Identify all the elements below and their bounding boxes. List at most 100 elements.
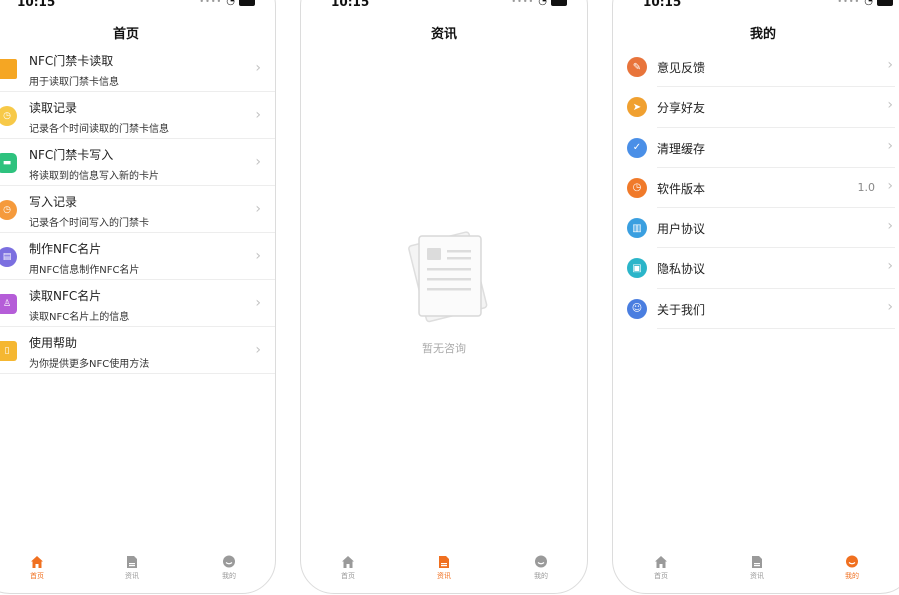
page-title: 资讯 bbox=[430, 27, 457, 42]
book-icon: ▥ bbox=[627, 218, 647, 239]
item-label: 清理缓存 bbox=[657, 141, 706, 156]
chevron-right-icon: › bbox=[887, 57, 893, 73]
item-title: NFC门禁卡读取 bbox=[29, 54, 114, 68]
empty-document-icon bbox=[408, 231, 488, 323]
document-icon bbox=[127, 556, 137, 568]
chevron-right-icon: › bbox=[887, 137, 893, 154]
tab-bar: 首页 资讯 我的 bbox=[0, 555, 275, 585]
tab-home[interactable]: 首页 bbox=[17, 555, 57, 581]
settings-list: ✎ 意见反馈 › ➤ 分享好友 › ✓ 清理缓存 › ◷ 软件版本 1.0 › … bbox=[613, 47, 899, 330]
card-write-icon: ▬ bbox=[0, 153, 17, 173]
chat-icon bbox=[846, 555, 858, 568]
wifi-icon: ◔ bbox=[226, 0, 235, 7]
tab-label: 资讯 bbox=[750, 572, 764, 580]
item-title: 写入记录 bbox=[29, 195, 78, 209]
home-screen: 10:15 •••• ◔ 首页 NFC门禁卡读取 用于读取门禁卡信息 › ◷ 读… bbox=[0, 0, 276, 594]
signal-icon: •••• bbox=[199, 0, 223, 6]
battery-icon bbox=[877, 0, 893, 6]
list-item-feedback[interactable]: ✎ 意见反馈 › bbox=[613, 47, 899, 88]
chat-icon bbox=[223, 555, 235, 568]
wifi-icon: ◔ bbox=[864, 0, 873, 7]
tab-label: 我的 bbox=[222, 572, 236, 580]
chevron-right-icon: › bbox=[255, 342, 261, 358]
item-title: 使用帮助 bbox=[29, 336, 78, 350]
list-item-about[interactable]: ☺ 关于我们 › bbox=[613, 289, 899, 330]
status-time: 10:15 bbox=[643, 0, 682, 9]
item-desc: 为你提供更多NFC使用方法 bbox=[29, 359, 150, 370]
list-item-nfc-write[interactable]: ▬ NFC门禁卡写入 将读取到的信息写入新的卡片 › bbox=[0, 139, 275, 186]
item-title: 制作NFC名片 bbox=[29, 242, 102, 256]
item-desc: 将读取到的信息写入新的卡片 bbox=[29, 171, 159, 182]
page-title: 首页 bbox=[112, 27, 139, 42]
list-item-user-agreement[interactable]: ▥ 用户协议 › bbox=[613, 208, 899, 249]
status-bar: 10:15 •••• ◔ bbox=[0, 0, 275, 9]
item-label: 软件版本 bbox=[657, 181, 706, 196]
chevron-right-icon: › bbox=[255, 60, 261, 76]
tab-news[interactable]: 资讯 bbox=[424, 555, 464, 581]
me-screen: 10:15 •••• ◔ 我的 ✎ 意见反馈 › ➤ 分享好友 › ✓ 清理缓存… bbox=[612, 0, 899, 594]
list-item-share[interactable]: ➤ 分享好友 › bbox=[613, 87, 899, 128]
list-item-privacy[interactable]: ▣ 隐私协议 › bbox=[613, 248, 899, 289]
card-reader-icon bbox=[0, 59, 17, 79]
divider bbox=[657, 328, 895, 330]
item-desc: 读取NFC名片上的信息 bbox=[29, 312, 130, 323]
list-item-read-records[interactable]: ◷ 读取记录 记录各个时间读取的门禁卡信息 › bbox=[0, 92, 275, 139]
item-desc: 用NFC信息制作NFC名片 bbox=[29, 265, 140, 276]
tab-news[interactable]: 资讯 bbox=[737, 555, 777, 581]
signal-icon: •••• bbox=[511, 0, 535, 6]
chevron-right-icon: › bbox=[255, 201, 261, 217]
item-desc: 用于读取门禁卡信息 bbox=[29, 77, 119, 88]
chevron-right-icon: › bbox=[887, 97, 893, 114]
tab-home[interactable]: 首页 bbox=[641, 555, 681, 581]
item-label: 关于我们 bbox=[657, 302, 706, 317]
write-clock-icon: ◷ bbox=[0, 200, 17, 220]
tab-label: 首页 bbox=[30, 572, 44, 580]
item-label: 分享好友 bbox=[657, 101, 706, 116]
status-bar: 10:15 •••• ◔ bbox=[613, 0, 899, 9]
signal-icon: •••• bbox=[837, 0, 861, 6]
tab-me[interactable]: 我的 bbox=[832, 555, 872, 581]
list-item-write-records[interactable]: ◷ 写入记录 记录各个时间写入的门禁卡 › bbox=[0, 186, 275, 233]
chevron-right-icon: › bbox=[255, 154, 261, 170]
document-icon bbox=[752, 556, 762, 568]
tab-me[interactable]: 我的 bbox=[521, 555, 561, 581]
list-item-version[interactable]: ◷ 软件版本 1.0 › bbox=[613, 168, 899, 209]
home-icon bbox=[655, 556, 667, 568]
tab-label: 首页 bbox=[341, 572, 355, 580]
status-time: 10:15 bbox=[331, 0, 370, 9]
chat-icon bbox=[535, 555, 547, 568]
item-desc: 记录各个时间读取的门禁卡信息 bbox=[29, 124, 169, 135]
status-time: 10:15 bbox=[17, 0, 56, 9]
list-item-read-nfc-card[interactable]: ♙ 读取NFC名片 读取NFC名片上的信息 › bbox=[0, 280, 275, 327]
contact-card-icon: ♙ bbox=[0, 294, 17, 314]
item-label: 用户协议 bbox=[657, 222, 706, 237]
item-label: 隐私协议 bbox=[657, 262, 706, 277]
document-icon bbox=[439, 556, 449, 568]
tab-me[interactable]: 我的 bbox=[209, 555, 249, 581]
chevron-right-icon: › bbox=[887, 298, 893, 315]
tab-news[interactable]: 资讯 bbox=[112, 555, 152, 581]
chevron-right-icon: › bbox=[887, 177, 893, 194]
tab-bar: 首页 资讯 我的 bbox=[613, 555, 899, 585]
tab-home[interactable]: 首页 bbox=[328, 555, 368, 581]
chevron-right-icon: › bbox=[887, 258, 893, 275]
help-book-icon: ▯ bbox=[0, 341, 17, 361]
about-icon: ☺ bbox=[627, 298, 647, 319]
battery-icon bbox=[551, 0, 567, 6]
item-title: 读取记录 bbox=[29, 101, 78, 115]
tab-bar: 首页 资讯 我的 bbox=[301, 555, 587, 585]
home-feature-list: NFC门禁卡读取 用于读取门禁卡信息 › ◷ 读取记录 记录各个时间读取的门禁卡… bbox=[0, 45, 275, 374]
news-screen: 10:15 •••• ◔ 资讯 暂无咨询 首页 资讯 我的 bbox=[300, 0, 588, 594]
chevron-right-icon: › bbox=[255, 107, 261, 123]
list-item-nfc-read[interactable]: NFC门禁卡读取 用于读取门禁卡信息 › bbox=[0, 45, 275, 92]
lock-icon: ▣ bbox=[627, 258, 647, 279]
chevron-right-icon: › bbox=[255, 295, 261, 311]
list-item-clear-cache[interactable]: ✓ 清理缓存 › bbox=[613, 128, 899, 168]
version-value: 1.0 bbox=[857, 180, 876, 194]
wifi-icon: ◔ bbox=[538, 0, 547, 7]
item-label: 意见反馈 bbox=[657, 61, 706, 75]
item-desc: 记录各个时间写入的门禁卡 bbox=[29, 218, 149, 229]
battery-icon bbox=[239, 0, 255, 6]
list-item-help[interactable]: ▯ 使用帮助 为你提供更多NFC使用方法 › bbox=[0, 327, 275, 374]
list-item-make-nfc-card[interactable]: ▤ 制作NFC名片 用NFC信息制作NFC名片 › bbox=[0, 233, 275, 280]
